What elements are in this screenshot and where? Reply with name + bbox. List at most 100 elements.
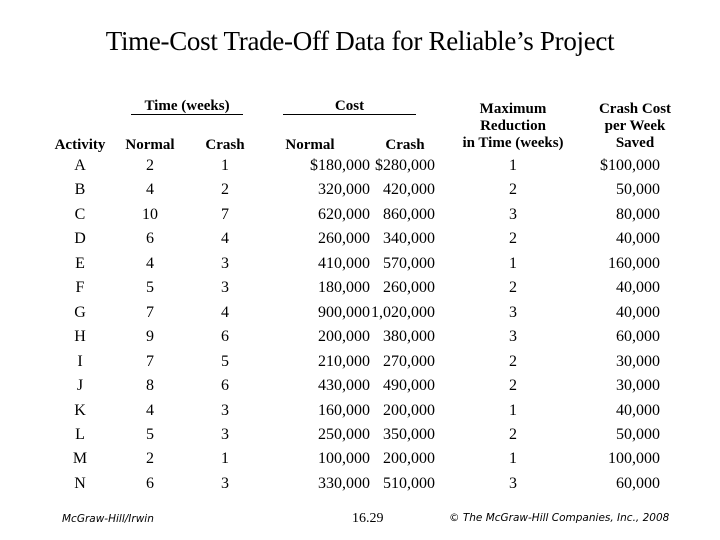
column-header-crash-cost-line: per Week	[604, 118, 666, 134]
cell-crash-cost-per-week: 40,000	[616, 279, 660, 297]
cell-crash-cost-per-week: 40,000	[616, 230, 660, 248]
cell-time-crash: 3	[221, 401, 229, 419]
cell-time-normal: 4	[146, 401, 154, 419]
cell-activity: H	[74, 328, 86, 346]
cell-time-crash: 7	[221, 205, 229, 223]
cell-crash-cost-per-week: 60,000	[616, 328, 660, 346]
cell-time-normal: 7	[146, 352, 154, 370]
cell-max-reduction: 2	[509, 377, 517, 395]
cell-time-crash: 3	[221, 254, 229, 272]
cell-crash-cost-per-week: 50,000	[616, 181, 660, 199]
cell-max-reduction: 2	[509, 230, 517, 248]
cell-time-crash: 6	[221, 328, 229, 346]
cell-crash-cost-per-week: 40,000	[616, 401, 660, 419]
cell-crash-cost-per-week: 30,000	[616, 377, 660, 395]
cell-activity: E	[75, 254, 85, 272]
table-row: F 5 3 180,000 260,000 2 40,000	[0, 279, 720, 303]
cell-crash-cost-per-week: 60,000	[616, 474, 660, 492]
cell-activity: N	[74, 474, 86, 492]
table-row: C 10 7 620,000 860,000 3 80,000	[0, 206, 720, 230]
cell-cost-crash: 860,000	[383, 205, 435, 223]
group-header-cost: Cost	[283, 98, 416, 115]
cell-activity: B	[74, 181, 86, 199]
column-header-crash-cost-line: Saved	[615, 135, 655, 151]
column-header-time-normal: Normal	[125, 137, 175, 153]
cell-time-normal: 9	[146, 328, 154, 346]
cell-time-normal: 5	[146, 425, 154, 443]
cell-cost-crash: 200,000	[383, 450, 435, 468]
cell-cost-crash: 570,000	[383, 254, 435, 272]
cell-activity: C	[74, 205, 86, 223]
cell-cost-crash: 420,000	[383, 181, 435, 199]
cell-time-normal: 2	[146, 157, 154, 174]
cell-time-crash: 4	[221, 230, 229, 248]
cell-cost-crash: 490,000	[383, 377, 435, 395]
cell-max-reduction: 3	[509, 205, 517, 223]
cell-crash-cost-per-week: 50,000	[616, 425, 660, 443]
cell-cost-crash: 380,000	[383, 328, 435, 346]
column-header-max-reduction-line: in Time (weeks)	[462, 135, 564, 151]
table-row: J 8 6 430,000 490,000 2 30,000	[0, 377, 720, 401]
footer-page-number: 16.29	[352, 511, 384, 526]
table-row: N 6 3 330,000 510,000 3 60,000	[0, 475, 720, 499]
cell-time-normal: 4	[146, 254, 154, 272]
cell-time-normal: 8	[146, 377, 154, 395]
cell-cost-crash: 350,000	[383, 425, 435, 443]
cell-time-crash: 6	[221, 377, 229, 395]
cell-cost-crash: 1,020,000	[371, 303, 435, 321]
cell-activity: J	[76, 377, 84, 395]
column-header-time-crash: Crash	[205, 137, 245, 153]
cell-cost-crash: $280,000	[375, 157, 435, 174]
cell-activity: A	[74, 157, 86, 174]
cell-cost-crash: 200,000	[383, 401, 435, 419]
cell-cost-crash: 510,000	[383, 474, 435, 492]
cell-activity: L	[75, 425, 85, 443]
cell-activity: D	[74, 230, 86, 248]
table-row: L 5 3 250,000 350,000 2 50,000	[0, 426, 720, 450]
cell-time-normal: 4	[146, 181, 154, 199]
cell-activity: G	[74, 303, 86, 321]
cell-max-reduction: 2	[509, 352, 517, 370]
cell-cost-crash: 260,000	[383, 279, 435, 297]
column-header-cost-normal: Normal	[285, 137, 335, 153]
cell-activity: I	[77, 352, 83, 370]
cell-cost-crash: 340,000	[383, 230, 435, 248]
cell-time-crash: 2	[221, 181, 229, 199]
cell-time-crash: 1	[221, 157, 229, 174]
table-row: I 7 5 210,000 270,000 2 30,000	[0, 353, 720, 377]
table-row: A 2 1 $180,000 $280,000 1 $100,000	[0, 157, 720, 181]
page-title: Time-Cost Trade-Off Data for Reliable’s …	[105, 26, 615, 56]
cell-time-normal: 5	[146, 279, 154, 297]
group-header-time: Time (weeks)	[131, 98, 243, 115]
cell-time-crash: 5	[221, 352, 229, 370]
cell-time-normal: 2	[146, 450, 154, 468]
cell-crash-cost-per-week: 100,000	[608, 450, 660, 468]
table-row: G 7 4 900,000 1,020,000 3 40,000	[0, 304, 720, 328]
table-row: E 4 3 410,000 570,000 1 160,000	[0, 255, 720, 279]
cell-crash-cost-per-week: 40,000	[616, 303, 660, 321]
table-row: D 6 4 260,000 340,000 2 40,000	[0, 230, 720, 254]
table-row: H 9 6 200,000 380,000 3 60,000	[0, 328, 720, 352]
cell-crash-cost-per-week: 160,000	[608, 254, 660, 272]
cell-max-reduction: 1	[509, 254, 517, 272]
cell-time-normal: 10	[142, 205, 158, 223]
cell-max-reduction: 2	[509, 425, 517, 443]
cell-time-normal: 7	[146, 303, 154, 321]
column-header-max-reduction-line: Reduction	[480, 118, 546, 134]
cell-max-reduction: 2	[509, 181, 517, 199]
cell-activity: K	[74, 401, 86, 419]
table-row: K 4 3 160,000 200,000 1 40,000	[0, 402, 720, 426]
cell-max-reduction: 1	[509, 157, 517, 174]
cell-time-crash: 1	[221, 450, 229, 468]
table-row: M 2 1 100,000 200,000 1 100,000	[0, 450, 720, 474]
column-header-cost-crash: Crash	[385, 137, 425, 153]
cell-time-crash: 3	[221, 425, 229, 443]
cell-crash-cost-per-week: 80,000	[616, 205, 660, 223]
cell-time-normal: 6	[146, 230, 154, 248]
cell-max-reduction: 3	[509, 303, 517, 321]
cell-max-reduction: 1	[509, 450, 517, 468]
cell-activity: M	[72, 450, 88, 468]
cell-time-normal: 6	[146, 474, 154, 492]
cell-time-crash: 3	[221, 474, 229, 492]
table-row: B 4 2 320,000 420,000 2 50,000	[0, 181, 720, 205]
